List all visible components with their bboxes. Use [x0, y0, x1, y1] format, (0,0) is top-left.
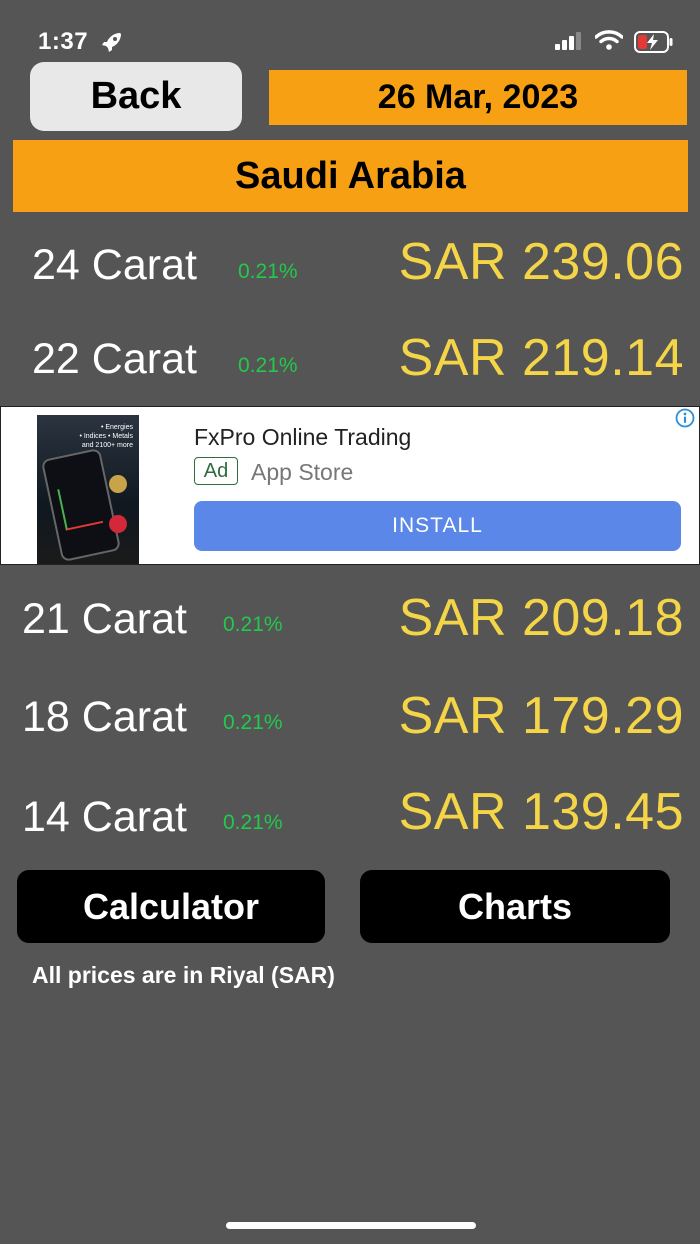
wifi-icon: [595, 30, 623, 50]
price-row-21-carat: 21 Carat 0.21% SAR 209.18: [0, 578, 700, 658]
carat-label: 14 Carat: [22, 793, 187, 841]
carat-label: 22 Carat: [32, 335, 197, 383]
change-percent: 0.21%: [238, 354, 298, 377]
price-row-14-carat: 14 Carat 0.21% SAR 139.45: [0, 774, 700, 854]
price-value: SAR 209.18: [398, 589, 684, 647]
info-icon[interactable]: [675, 408, 695, 428]
ad-title[interactable]: FxPro Online Trading: [194, 424, 411, 451]
ad-badge: Ad: [194, 457, 238, 485]
country-title: Saudi Arabia: [13, 140, 688, 212]
back-button[interactable]: Back: [30, 62, 242, 131]
ad-image-caption: • Energies • Indices • Metals and 2100+ …: [79, 424, 133, 449]
carat-label: 18 Carat: [22, 693, 187, 741]
change-percent: 0.21%: [223, 711, 283, 734]
currency-note: All prices are in Riyal (SAR): [32, 962, 335, 988]
change-percent: 0.21%: [223, 811, 283, 834]
price-value: SAR 139.45: [398, 783, 684, 841]
status-time: 1:37: [38, 28, 89, 55]
price-row-22-carat: 22 Carat 0.21% SAR 219.14: [0, 318, 700, 398]
red-token-graphic: [109, 515, 127, 533]
change-percent: 0.21%: [223, 613, 283, 636]
ad-image[interactable]: • Energies • Indices • Metals and 2100+ …: [37, 415, 139, 564]
calculator-button[interactable]: Calculator: [17, 870, 325, 943]
home-indicator[interactable]: [226, 1222, 476, 1229]
price-row-18-carat: 18 Carat 0.21% SAR 179.29: [0, 676, 700, 756]
rocket-icon: [102, 33, 121, 52]
price-value: SAR 239.06: [398, 233, 684, 291]
status-bar: 1:37: [0, 0, 700, 60]
change-percent: 0.21%: [238, 260, 298, 283]
gold-coin-graphic: [109, 475, 127, 493]
price-value: SAR 219.14: [398, 329, 684, 387]
price-value: SAR 179.29: [398, 687, 684, 745]
signal-icon: [555, 32, 581, 50]
carat-label: 24 Carat: [32, 241, 197, 289]
install-button[interactable]: INSTALL: [194, 501, 681, 551]
phone-graphic: [40, 447, 122, 563]
price-row-24-carat: 24 Carat 0.21% SAR 239.06: [0, 222, 700, 302]
date-display: 26 Mar, 2023: [269, 70, 687, 125]
battery-charging-icon: [634, 31, 673, 53]
charts-button[interactable]: Charts: [360, 870, 670, 943]
carat-label: 21 Carat: [22, 595, 187, 643]
ad-store-label: App Store: [251, 459, 354, 485]
